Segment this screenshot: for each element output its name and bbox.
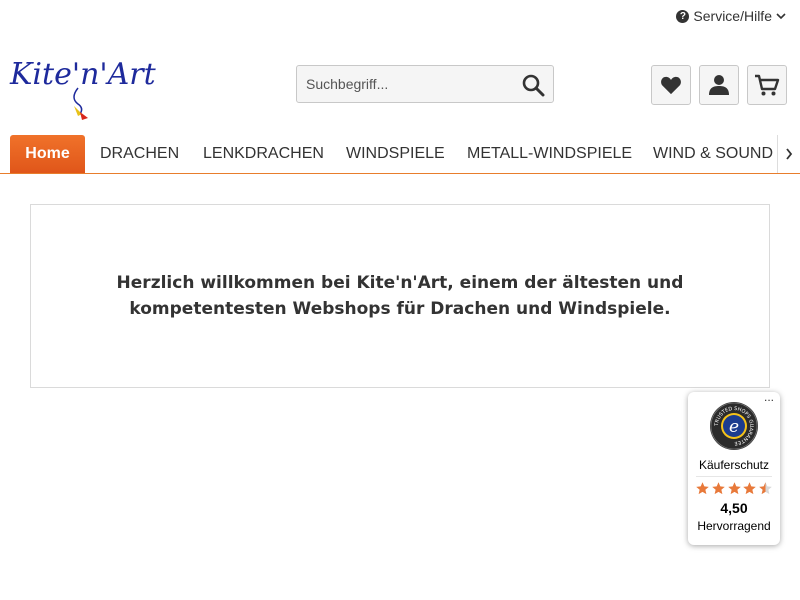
trusted-shops-seal-icon: e TRUSTED SHOPS GUARANTEE [710,402,758,450]
star-icon [727,482,741,495]
more-options-icon[interactable]: ... [764,391,774,403]
nav-scroll-right-button[interactable] [777,135,800,173]
svg-text:e: e [729,417,739,437]
logo-text: Kite'n'Art [9,57,157,92]
star-icon [712,482,725,495]
nav-item-drachen[interactable]: DRACHEN [100,135,179,173]
star-icon [696,482,709,495]
rating-label: Hervorragend [697,519,771,533]
heart-icon [661,76,681,95]
nav-item-metall-windspiele[interactable]: METALL-WINDSPIELE [467,135,632,173]
kite-n-art-logo[interactable]: Kite'n'Art [8,40,178,122]
nav-item-home[interactable]: Home [10,135,85,173]
star-icon [743,482,756,495]
search-input[interactable] [297,66,525,102]
account-button[interactable] [699,65,739,105]
kaeuferschutz-label: Käuferschutz [698,458,770,472]
wishlist-button[interactable] [651,65,691,105]
chevron-right-icon [786,148,793,160]
main-navigation: Home DRACHEN LENKDRACHEN WINDSPIELE META… [0,135,800,174]
nav-item-wind-sound[interactable]: WIND & SOUND [653,135,773,173]
rating-value: 4,50 [720,500,748,516]
search-box [296,65,554,103]
help-icon: ? [676,9,690,23]
trusted-shops-badge[interactable]: ... e TRUSTED SHOPS GUARANTEE Käuferschu… [688,391,780,545]
nav-item-lenkdrachen[interactable]: LENKDRACHEN [203,135,324,173]
welcome-text: Herzlich willkommen bei Kite'n'Art, eine… [116,273,684,319]
welcome-box: Herzlich willkommen bei Kite'n'Art, eine… [30,204,770,388]
cart-icon [755,74,780,96]
search-icon[interactable] [521,73,545,97]
half-star-icon [759,482,772,495]
service-help-label: Service/Hilfe [693,8,772,24]
rating-stars [695,481,773,497]
chevron-down-icon [776,13,786,20]
nav-item-windspiele[interactable]: WINDSPIELE [346,135,445,173]
cart-button[interactable] [747,65,787,105]
service-help-menu[interactable]: ? Service/Hilfe [676,8,786,24]
user-icon [709,75,729,95]
divider [696,476,772,477]
